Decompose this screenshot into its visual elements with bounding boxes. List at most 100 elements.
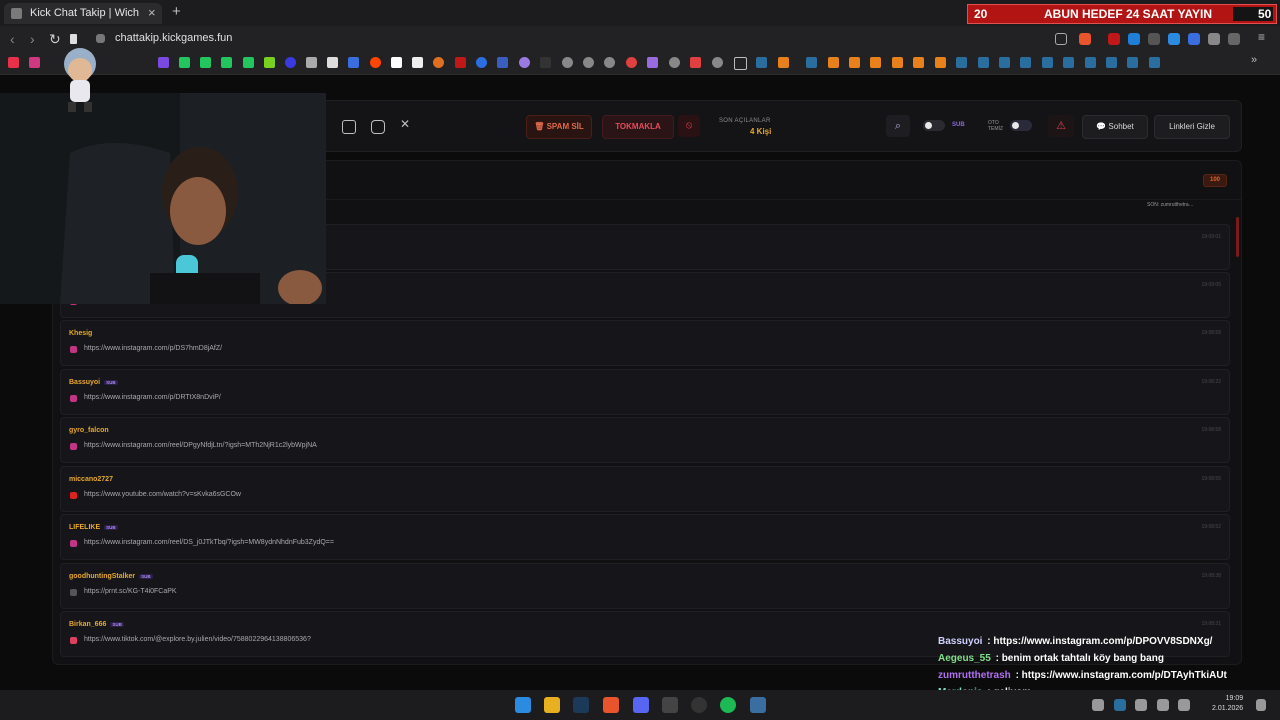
chat-button[interactable]: 💬 Sohbet [1082,115,1148,139]
message-row[interactable]: goodhuntingStalker SUB 19:08:38 https://prn… [60,563,1230,609]
tray-steam-icon[interactable] [1114,699,1126,711]
notification-icon[interactable] [1256,699,1266,711]
more-bookmarks-icon[interactable]: » [1251,54,1262,66]
extension-icon[interactable] [1148,33,1160,45]
message-row[interactable]: miccano2727 19:08:55 https://www.youtube.c… [60,466,1230,512]
message-row[interactable]: gyro_falcon 19:08:58 https://www.instagram… [60,417,1230,463]
bookmark-icon[interactable] [306,57,317,68]
windows-start-icon[interactable] [515,697,531,713]
bookmark-x-icon[interactable] [327,57,338,68]
alert-triangle-icon[interactable]: ⚠ [1048,115,1074,137]
bookmark-steam-icon[interactable] [978,57,989,68]
sub-toggle[interactable] [923,120,945,131]
bookmark-steam-icon[interactable] [1063,57,1074,68]
bookmark-icon[interactable] [913,57,924,68]
bookmark-instagram-icon[interactable] [29,57,40,68]
new-tab-button[interactable]: + [172,3,181,20]
bookmark-icon[interactable] [476,57,487,68]
bookmark-twitch-icon[interactable] [158,57,169,68]
bookmark-icon[interactable] [519,57,530,68]
message-link[interactable]: https://prnt.sc/KG-T4i0FCaPK [84,588,177,595]
tray-icon[interactable] [1092,699,1104,711]
bookmark-steam-icon[interactable] [999,57,1010,68]
ublock-icon[interactable] [1108,33,1120,45]
message-row[interactable]: LIFELIKE SUB 19:08:52 https://www.instagram… [60,514,1230,560]
message-row[interactable]: Bassuyoi SUB 19:08:22 https://www.instagram… [60,369,1230,415]
brave-shield-icon[interactable] [1079,33,1091,45]
bookmark-folder-icon[interactable] [734,57,747,70]
bookmark-icon[interactable] [669,57,680,68]
sidebar-icon[interactable] [1228,33,1240,45]
bookmark-reddit-icon[interactable] [370,57,381,68]
message-row[interactable]: Khesig 19:08:58 https://www.instagram.com/… [60,320,1230,366]
message-link[interactable]: https://www.instagram.com/reel/DPgyNfdjL… [84,442,317,449]
bookmark-youtube-icon[interactable] [8,57,19,68]
bookmark-steam-icon[interactable] [756,57,767,68]
bookmark-icon[interactable] [285,57,296,68]
message-username[interactable]: Khesig [69,330,92,337]
tokmakla-button[interactable]: TOKMAKLA [602,115,674,139]
oto-temiz-toggle[interactable] [1010,120,1032,131]
browser-tab[interactable]: Kick Chat Takip | Wich × [4,3,162,24]
extensions-puzzle-icon[interactable] [1208,33,1220,45]
network-icon[interactable] [1178,699,1190,711]
bookmark-steam-icon[interactable] [806,57,817,68]
back-icon[interactable]: ‹ [10,31,15,47]
app-icon[interactable] [750,697,766,713]
bookmark-icon[interactable] [348,57,359,68]
bookmark-icon[interactable] [828,57,839,68]
bookmark-icon[interactable] [892,57,903,68]
bookmark-icon[interactable] [712,57,723,68]
address-bar[interactable]: chattakip.kickgames.fun [90,29,1100,49]
bookmark-icon[interactable] [647,57,658,68]
bookmark-page-icon[interactable] [70,34,77,44]
extension-audio-icon[interactable] [1128,33,1140,45]
bookmark-icon[interactable] [412,57,423,68]
bookmark-icon[interactable] [264,57,275,68]
close-tab-icon[interactable]: × [148,5,156,20]
bookmark-kick-icon[interactable] [200,57,211,68]
bookmark-steam-icon[interactable] [1149,57,1160,68]
message-link[interactable]: https://www.instagram.com/p/DS7hmD8jAfZ/ [84,345,222,352]
youtube-icon[interactable] [342,120,356,134]
message-username[interactable]: Bassuyoi SUB [69,379,118,386]
spam-delete-button[interactable]: 🗑 SPAM SİL [526,115,592,139]
extension-icon[interactable] [1168,33,1180,45]
obs-icon[interactable] [691,697,707,713]
site-info-icon[interactable] [96,34,105,43]
scrollbar[interactable] [1236,217,1239,257]
bookmark-icon[interactable] [690,57,701,68]
message-link[interactable]: https://www.instagram.com/reel/DS_j0JTkT… [84,539,334,546]
bookmark-icon[interactable] [455,57,466,68]
message-link[interactable]: https://www.youtube.com/watch?v=sKvka6sG… [84,491,241,498]
bookmark-icon[interactable] [604,57,615,68]
bookmark-icon[interactable] [391,57,402,68]
bookmark-icon[interactable] [497,57,508,68]
system-clock[interactable]: 19:09 2.01.2026 [1212,694,1243,714]
message-link[interactable]: https://www.tiktok.com/@explore.by.julie… [84,636,311,643]
ban-icon[interactable]: ⦸ [678,115,700,137]
bookmark-kick-icon[interactable] [179,57,190,68]
steam-icon[interactable] [573,697,589,713]
bookmark-steam-icon[interactable] [1042,57,1053,68]
message-username[interactable]: goodhuntingStalker SUB [69,573,153,580]
message-link[interactable]: https://www.instagram.com/p/DRTtX8nDviP/ [84,394,221,401]
bookmark-steam-icon[interactable] [1127,57,1138,68]
bookmark-icon[interactable] [778,57,789,68]
volume-icon[interactable] [1135,699,1147,711]
bookmark-kick-icon[interactable] [221,57,232,68]
bookmark-steam-icon[interactable] [1020,57,1031,68]
share-icon[interactable] [1055,33,1067,45]
bookmark-kick-icon[interactable] [243,57,254,68]
app-icon[interactable] [662,697,678,713]
file-explorer-icon[interactable] [544,697,560,713]
microphone-icon[interactable] [1157,699,1169,711]
bookmark-icon[interactable] [540,57,551,68]
menu-icon[interactable]: ≡ [1258,30,1270,44]
bookmark-icon[interactable] [935,57,946,68]
message-username[interactable]: miccano2727 [69,476,113,483]
brave-browser-icon[interactable] [603,697,619,713]
bookmark-steam-icon[interactable] [956,57,967,68]
bookmark-steam-icon[interactable] [1085,57,1096,68]
bookmark-icon[interactable] [626,57,637,68]
